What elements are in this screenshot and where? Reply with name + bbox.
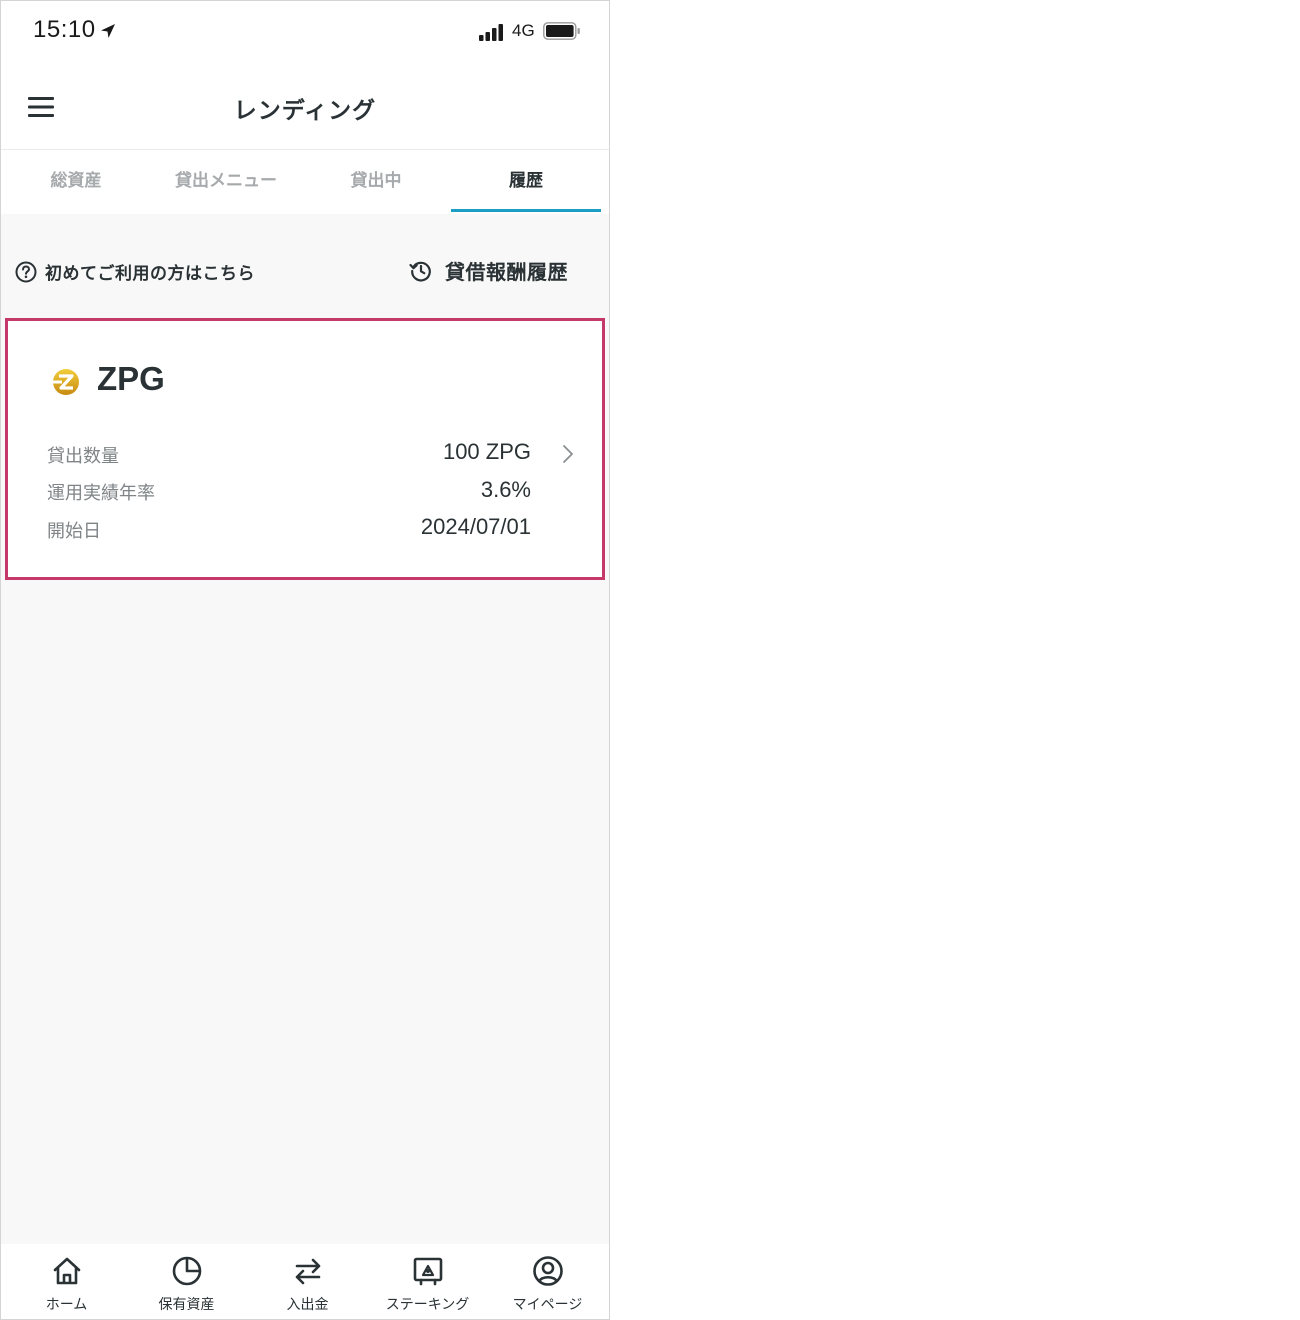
nav-deposit-withdraw[interactable]: 入出金 (247, 1244, 368, 1319)
nav-mypage-label: マイページ (512, 1297, 583, 1313)
phone-screen: 15:10 4G レンディング 総資産 貸出メニュー 貸出中 履歴 初めてご利用… (0, 0, 610, 1320)
bottom-nav: ホーム 保有資産 入出金 ステーキング マイページ (1, 1244, 609, 1319)
nav-home[interactable]: ホーム (6, 1244, 127, 1319)
active-tab-indicator (451, 209, 601, 212)
signal-icon (479, 24, 503, 41)
links-row: 初めてご利用の方はこちら 貸借報酬履歴 (1, 251, 609, 291)
nav-staking-label: ステーキング (385, 1297, 470, 1313)
guide-link-label: 初めてご利用の方はこちら (45, 264, 255, 284)
nav-holdings-label: 保有資産 (158, 1297, 215, 1313)
pie-chart-icon (172, 1256, 201, 1286)
lending-amount-value: 100 ZPG (442, 439, 531, 464)
location-arrow-icon (101, 24, 115, 38)
status-time: 15:10 (33, 16, 96, 43)
annual-yield-value: 3.6% (480, 477, 531, 502)
guide-link[interactable]: 初めてご利用の方はこちら (15, 259, 255, 284)
annual-yield-label: 運用実績年率 (47, 483, 155, 504)
user-circle-icon (532, 1256, 563, 1286)
tab-lending-menu[interactable]: 貸出メニュー (151, 150, 301, 214)
zpg-coin-icon (53, 369, 79, 395)
network-label: 4G (512, 21, 535, 40)
tab-lending-active[interactable]: 貸出中 (301, 150, 451, 214)
page-title: レンディング (233, 98, 377, 124)
status-bar: 15:10 4G (1, 1, 609, 63)
coin-name: ZPG (97, 360, 165, 397)
nav-home-label: ホーム (45, 1297, 88, 1313)
reward-history-label: 貸借報酬履歴 (445, 260, 568, 284)
tab-total-assets[interactable]: 総資産 (1, 150, 151, 214)
chevron-right-icon (563, 445, 573, 463)
safe-icon (413, 1257, 442, 1286)
lending-amount-label: 貸出数量 (47, 446, 119, 467)
start-date-value: 2024/07/01 (420, 514, 531, 539)
reward-history-link[interactable]: 貸借報酬履歴 (409, 256, 568, 285)
history-clock-icon (409, 261, 431, 282)
battery-icon (543, 22, 580, 40)
home-icon (53, 1257, 80, 1285)
question-circle-icon (15, 261, 37, 282)
start-date-label: 開始日 (47, 521, 101, 542)
card-highlight-frame: ZPG 貸出数量 100 ZPG 運用実績年率 3.6% 開始日 2024/07… (5, 318, 605, 580)
nav-deposit-withdraw-label: 入出金 (286, 1297, 329, 1313)
lending-history-card[interactable]: ZPG 貸出数量 100 ZPG 運用実績年率 3.6% 開始日 2024/07… (13, 326, 597, 572)
nav-staking[interactable]: ステーキング (367, 1244, 488, 1319)
nav-mypage[interactable]: マイページ (487, 1244, 608, 1319)
tab-bar: 総資産 貸出メニュー 貸出中 履歴 (1, 150, 609, 214)
nav-holdings[interactable]: 保有資産 (126, 1244, 247, 1319)
transfer-arrows-icon (295, 1258, 320, 1285)
tab-history[interactable]: 履歴 (451, 150, 601, 214)
app-header: レンディング (1, 63, 609, 150)
